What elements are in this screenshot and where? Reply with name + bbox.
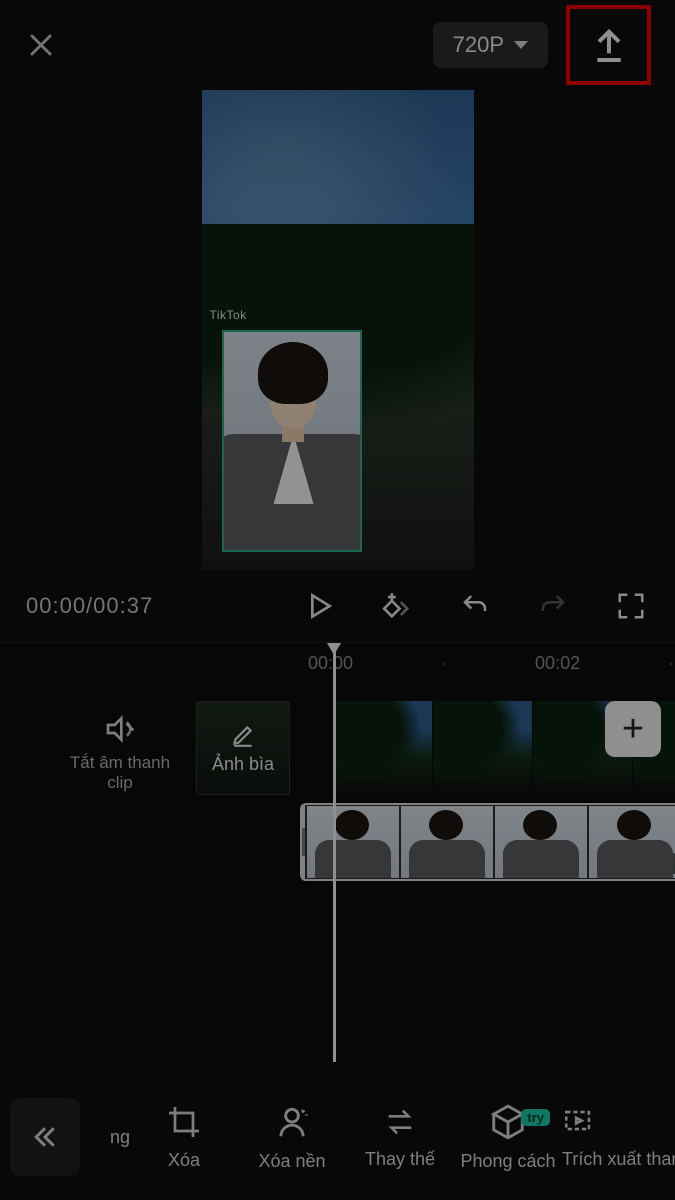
tool-delete[interactable]: Xóa <box>130 1103 238 1172</box>
plus-icon: + <box>622 708 644 751</box>
undo-icon <box>458 591 492 621</box>
tool-label: Thay thế <box>365 1149 435 1170</box>
resolution-label: 720P <box>453 32 504 58</box>
ruler-dot: · <box>441 653 447 674</box>
tiktok-watermark: TikTok <box>210 308 247 322</box>
export-button[interactable] <box>566 5 651 85</box>
extract-icon <box>562 1105 596 1139</box>
chevron-down-icon <box>514 41 528 49</box>
overlay-thumbnail <box>307 806 399 878</box>
video-preview[interactable]: TikTok <box>202 90 474 570</box>
fullscreen-icon <box>616 591 646 621</box>
toolbar-item-partial[interactable]: ng <box>90 1103 130 1172</box>
keyframe-button[interactable] <box>379 588 415 624</box>
speaker-icon <box>101 713 139 745</box>
ruler-tick: 00:00 <box>308 653 353 674</box>
mute-audio-button[interactable]: Tắt âm thanh clip <box>60 713 180 793</box>
replace-icon <box>381 1105 419 1139</box>
try-badge: try <box>521 1109 550 1126</box>
time-display: 00:00/00:37 <box>26 593 153 619</box>
add-clip-button[interactable]: + <box>605 701 661 757</box>
undo-button[interactable] <box>457 588 493 624</box>
fullscreen-button[interactable] <box>613 588 649 624</box>
overlay-thumbnail <box>401 806 493 878</box>
clip-trim-handle[interactable] <box>302 805 305 879</box>
play-button[interactable] <box>301 588 337 624</box>
keyframe-icon <box>379 589 415 623</box>
close-button[interactable] <box>24 28 58 62</box>
person-cutout-icon <box>273 1103 311 1141</box>
cover-thumbnail-button[interactable]: Ảnh bìa <box>196 701 290 795</box>
timeline[interactable]: 00:00 · 00:02 · Tắt âm thanh clip Ảnh bì… <box>0 642 675 1062</box>
tool-replace[interactable]: Thay thế <box>346 1103 454 1172</box>
tool-style[interactable]: try Phong cách <box>454 1103 562 1172</box>
redo-button[interactable] <box>535 588 571 624</box>
export-icon <box>589 25 629 65</box>
clip-duration-badge: 10.2s <box>628 853 675 874</box>
ruler-dot: · <box>668 653 674 674</box>
tool-remove-bg[interactable]: Xóa nền <box>238 1103 346 1172</box>
tool-label: Trích xuất thanh <box>562 1149 675 1170</box>
tool-label: Xóa nền <box>258 1151 325 1172</box>
tool-label: ng <box>110 1127 130 1148</box>
resolution-selector[interactable]: 720P <box>433 22 548 68</box>
clip-thumbnail[interactable] <box>333 701 433 795</box>
overlay-thumbnail <box>495 806 587 878</box>
mute-label: Tắt âm thanh clip <box>60 753 180 793</box>
overlay-clip-preview[interactable] <box>222 330 362 552</box>
overlay-thumbnail: 10.2s <box>589 806 675 878</box>
chevron-double-left-icon <box>30 1122 60 1152</box>
crop-icon <box>166 1104 202 1140</box>
toolbar-back-button[interactable] <box>10 1098 80 1176</box>
playhead[interactable] <box>333 643 336 1062</box>
overlay-track-clip[interactable]: 10.2s <box>300 803 675 881</box>
tool-label: Xóa <box>168 1150 200 1171</box>
edit-icon <box>230 722 256 748</box>
tool-extract-audio[interactable]: Trích xuất thanh <box>562 1103 632 1172</box>
cover-label: Ảnh bìa <box>212 754 274 775</box>
redo-icon <box>536 591 570 621</box>
ruler-tick: 00:02 <box>535 653 580 674</box>
play-icon <box>303 590 335 622</box>
clip-thumbnail[interactable] <box>433 701 533 795</box>
tool-label: Phong cách <box>460 1151 555 1172</box>
